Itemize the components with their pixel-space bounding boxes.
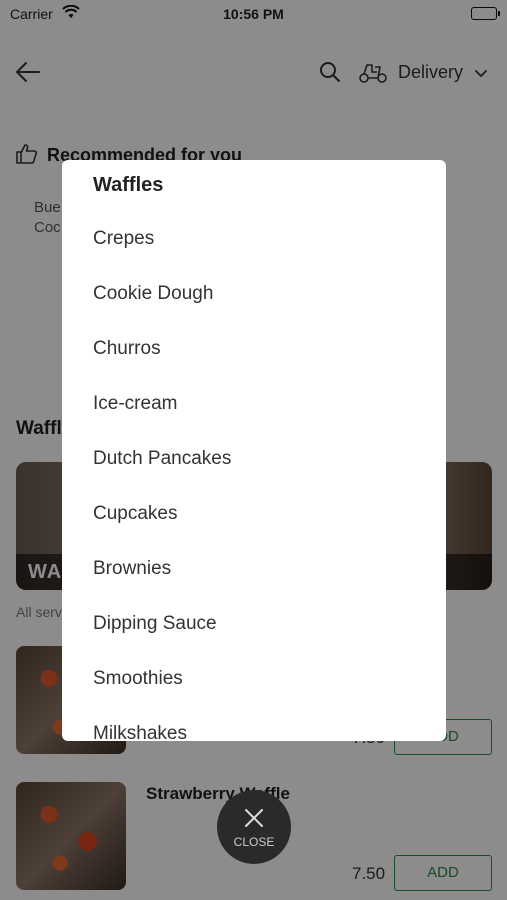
menu-item[interactable]: Dipping Sauce: [93, 613, 217, 635]
menu-item[interactable]: Smoothies: [93, 668, 183, 690]
menu-item[interactable]: Milkshakes: [93, 723, 187, 741]
menu-item[interactable]: Dutch Pancakes: [93, 448, 231, 470]
close-button[interactable]: CLOSE: [217, 790, 291, 864]
menu-item-waffles[interactable]: Waffles: [93, 174, 163, 197]
menu-item[interactable]: Crepes: [93, 228, 154, 250]
menu-item[interactable]: Cupcakes: [93, 503, 178, 525]
menu-item[interactable]: Brownies: [93, 558, 171, 580]
close-icon: [243, 807, 265, 834]
menu-item[interactable]: Ice-cream: [93, 393, 177, 415]
category-menu: Waffles Crepes Cookie Dough Churros Ice-…: [62, 160, 446, 741]
menu-item[interactable]: Churros: [93, 338, 161, 360]
close-label: CLOSE: [233, 835, 275, 849]
menu-item[interactable]: Cookie Dough: [93, 283, 213, 305]
